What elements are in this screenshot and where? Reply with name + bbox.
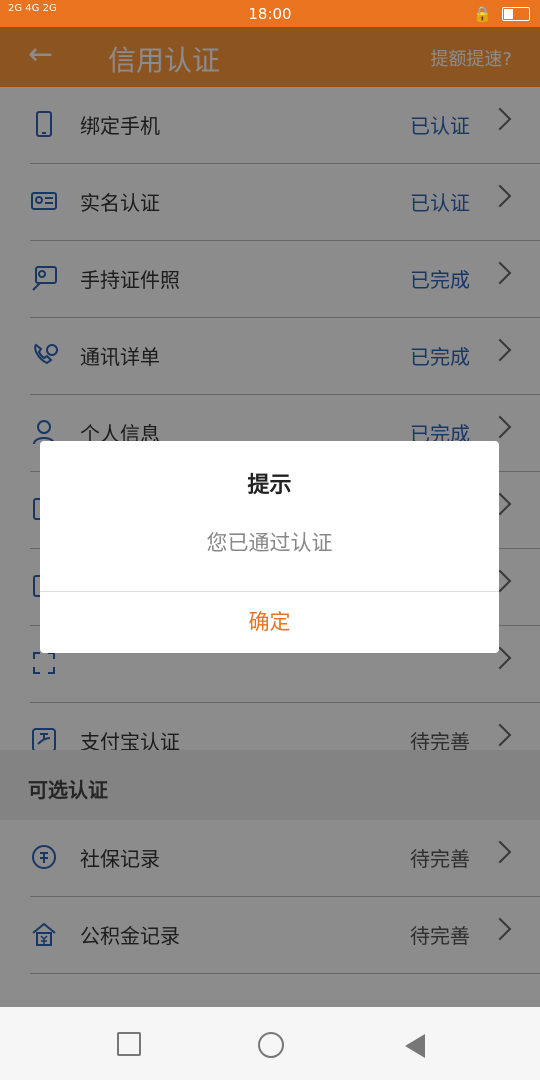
- back-icon[interactable]: [405, 1034, 425, 1058]
- status-bar: 2G 4G 2G 18:00 🔒: [0, 0, 540, 27]
- lock-rotation-icon: 🔒: [473, 5, 492, 23]
- recent-apps-icon[interactable]: [117, 1032, 141, 1056]
- battery-icon: [502, 7, 530, 21]
- dialog-title: 提示: [247, 473, 292, 498]
- home-icon[interactable]: [258, 1032, 284, 1058]
- status-icons: 🔒: [473, 5, 530, 23]
- system-nav-bar: [0, 1007, 540, 1080]
- status-time: 18:00: [248, 5, 292, 23]
- dialog-divider: [40, 591, 499, 592]
- alert-dialog: 提示 您已通过认证 确定: [40, 441, 499, 653]
- confirm-button[interactable]: 确定: [40, 606, 499, 636]
- dialog-message: 您已通过认证: [206, 531, 333, 555]
